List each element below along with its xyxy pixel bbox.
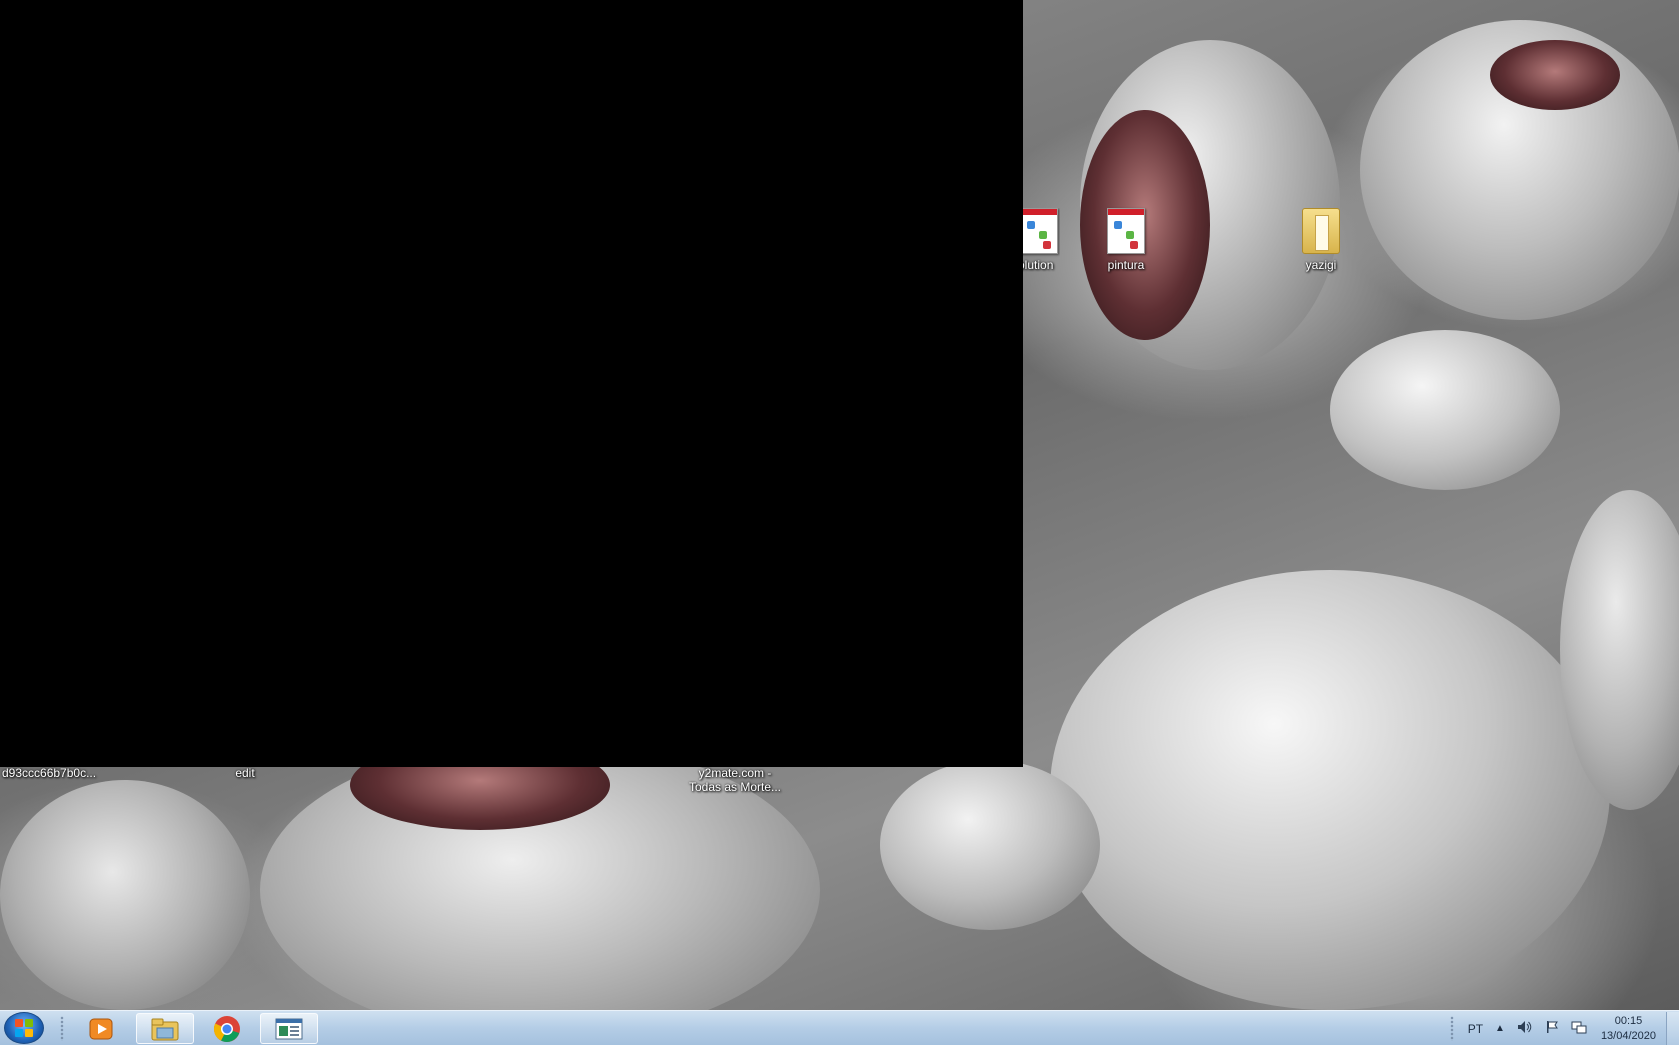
- wallpaper-shape: [1330, 330, 1560, 490]
- tray-grip[interactable]: [1449, 1016, 1454, 1041]
- desktop-icon-yazigi[interactable]: yazigi: [1283, 208, 1359, 272]
- desktop-icon-label-line: Todas as Morte...: [688, 780, 782, 794]
- desktop-icon-label: yazigi: [1305, 258, 1337, 272]
- taskbar-media-player[interactable]: [72, 1013, 130, 1044]
- desktop-icon-label[interactable]: y2mate.com - Todas as Morte...: [680, 766, 790, 794]
- desktop[interactable]: olution pintura yazigi d93ccc66b7b0c... …: [0, 0, 1679, 1010]
- clock-date: 13/04/2020: [1600, 1029, 1656, 1042]
- desktop-icon-label: pintura: [1107, 258, 1145, 272]
- network-icon[interactable]: [1571, 1020, 1587, 1037]
- taskbar-chrome[interactable]: [198, 1013, 256, 1044]
- show-desktop-button[interactable]: [1666, 1012, 1679, 1045]
- desktop-icon-label[interactable]: edit: [228, 766, 262, 780]
- taskbar-app-window[interactable]: [260, 1013, 318, 1044]
- action-center-flag-icon[interactable]: [1545, 1020, 1559, 1037]
- wallpaper-shape: [1490, 40, 1620, 110]
- start-button[interactable]: [4, 1012, 44, 1044]
- app-window-icon: [275, 1018, 303, 1039]
- file-explorer-icon: [151, 1018, 179, 1040]
- chrome-icon: [213, 1015, 240, 1042]
- black-app-window[interactable]: [0, 0, 1023, 767]
- media-player-icon: [89, 1018, 113, 1039]
- taskbar-file-explorer[interactable]: [136, 1013, 194, 1044]
- clock-time: 00:15: [1614, 1014, 1643, 1027]
- document-icon: [1020, 208, 1058, 254]
- windows-logo-icon: [15, 1019, 33, 1037]
- show-hidden-icons-icon[interactable]: ▲: [1495, 1023, 1505, 1034]
- system-tray: PT ▲ 00:15 13/04/2020: [1449, 1011, 1679, 1046]
- document-icon: [1107, 208, 1145, 254]
- folder-icon: [1302, 208, 1340, 254]
- desktop-icon-pintura[interactable]: pintura: [1088, 208, 1164, 272]
- clock[interactable]: 00:15 13/04/2020: [1601, 1014, 1656, 1044]
- taskbar: PT ▲ 00:15 13/04/2020: [0, 1010, 1679, 1045]
- language-indicator[interactable]: PT: [1468, 1022, 1483, 1036]
- wallpaper-shape: [0, 780, 250, 1010]
- desktop-icon-label-line: y2mate.com -: [698, 766, 772, 780]
- desktop-icon-label[interactable]: d93ccc66b7b0c...: [2, 766, 102, 780]
- wallpaper-shape: [1050, 570, 1610, 1010]
- taskbar-grip[interactable]: [60, 1016, 64, 1041]
- wallpaper-shape: [880, 760, 1100, 930]
- volume-icon[interactable]: [1517, 1020, 1533, 1037]
